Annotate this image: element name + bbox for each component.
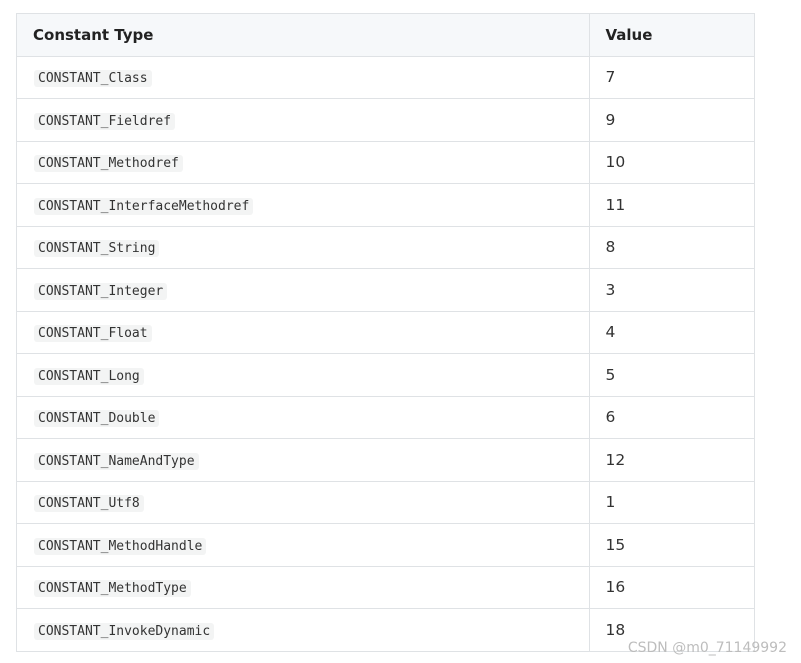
table-row: CONSTANT_Fieldref 9 bbox=[17, 98, 754, 142]
constant-type-cell: CONSTANT_MethodType bbox=[17, 566, 589, 609]
value-cell: 16 bbox=[588, 566, 754, 609]
table-row: CONSTANT_MethodHandle 15 bbox=[17, 523, 754, 567]
constant-type-cell: CONSTANT_Double bbox=[17, 396, 589, 439]
constant-type-code: CONSTANT_Float bbox=[34, 325, 152, 343]
header-value: Value bbox=[588, 14, 754, 57]
table-row: CONSTANT_Double 6 bbox=[17, 396, 754, 439]
value-cell: 4 bbox=[588, 311, 754, 354]
constant-type-cell: CONSTANT_MethodHandle bbox=[17, 523, 589, 567]
constant-type-code: CONSTANT_Long bbox=[34, 367, 144, 385]
value-cell: 5 bbox=[588, 353, 754, 397]
table-row: CONSTANT_Long 5 bbox=[17, 353, 754, 397]
constant-type-cell: CONSTANT_String bbox=[17, 226, 589, 269]
value-cell: 15 bbox=[588, 523, 754, 567]
value-cell: 12 bbox=[588, 438, 754, 482]
value-cell: 11 bbox=[588, 183, 754, 227]
value-cell: 7 bbox=[588, 56, 754, 99]
constant-type-cell: CONSTANT_Class bbox=[17, 56, 589, 99]
constant-type-cell: CONSTANT_Integer bbox=[17, 268, 589, 312]
constant-type-cell: CONSTANT_InvokeDynamic bbox=[17, 608, 589, 652]
constant-type-cell: CONSTANT_Long bbox=[17, 353, 589, 397]
value-cell: 8 bbox=[588, 226, 754, 269]
table-row: CONSTANT_Class 7 bbox=[17, 56, 754, 99]
constant-type-code: CONSTANT_NameAndType bbox=[34, 452, 199, 470]
value-cell: 3 bbox=[588, 268, 754, 312]
constant-pool-table: Constant Type Value CONSTANT_Class 7 CON… bbox=[17, 14, 754, 652]
constant-type-cell: CONSTANT_Fieldref bbox=[17, 98, 589, 142]
constant-type-code: CONSTANT_MethodHandle bbox=[34, 537, 207, 555]
table-row: CONSTANT_MethodType 16 bbox=[17, 566, 754, 609]
constant-type-cell: CONSTANT_InterfaceMethodref bbox=[17, 183, 589, 227]
constant-type-code: CONSTANT_InterfaceMethodref bbox=[34, 197, 254, 215]
constant-pool-table-container: Constant Type Value CONSTANT_Class 7 CON… bbox=[16, 13, 755, 652]
table-body: CONSTANT_Class 7 CONSTANT_Fieldref 9 CON… bbox=[17, 56, 754, 652]
value-cell: 9 bbox=[588, 98, 754, 142]
value-cell: 1 bbox=[588, 481, 754, 524]
constant-type-cell: CONSTANT_Methodref bbox=[17, 141, 589, 184]
value-cell: 6 bbox=[588, 396, 754, 439]
constant-type-code: CONSTANT_Double bbox=[34, 410, 160, 428]
constant-type-cell: CONSTANT_Utf8 bbox=[17, 481, 589, 524]
constant-type-code: CONSTANT_Integer bbox=[34, 282, 168, 300]
table-row: CONSTANT_Methodref 10 bbox=[17, 141, 754, 184]
table-row: CONSTANT_Utf8 1 bbox=[17, 481, 754, 524]
table-row: CONSTANT_Integer 3 bbox=[17, 268, 754, 312]
constant-type-code: CONSTANT_MethodType bbox=[34, 580, 191, 598]
constant-type-code: CONSTANT_Utf8 bbox=[34, 495, 144, 513]
table-row: CONSTANT_Float 4 bbox=[17, 311, 754, 354]
table-row: CONSTANT_InterfaceMethodref 11 bbox=[17, 183, 754, 227]
header-row: Constant Type Value bbox=[17, 14, 754, 57]
constant-type-code: CONSTANT_String bbox=[34, 240, 160, 258]
table-row: CONSTANT_String 8 bbox=[17, 226, 754, 269]
csdn-watermark: CSDN @m0_71149992 bbox=[627, 640, 787, 656]
header-constant-type: Constant Type bbox=[17, 14, 589, 57]
constant-type-code: CONSTANT_Fieldref bbox=[34, 112, 176, 130]
table-header: Constant Type Value bbox=[17, 14, 754, 57]
constant-type-code: CONSTANT_Methodref bbox=[34, 155, 183, 173]
constant-type-code: CONSTANT_Class bbox=[34, 70, 152, 88]
value-cell: 10 bbox=[588, 141, 754, 184]
constant-type-code: CONSTANT_InvokeDynamic bbox=[34, 622, 215, 640]
constant-type-cell: CONSTANT_Float bbox=[17, 311, 589, 354]
table-row: CONSTANT_NameAndType 12 bbox=[17, 438, 754, 482]
constant-type-cell: CONSTANT_NameAndType bbox=[17, 438, 589, 482]
